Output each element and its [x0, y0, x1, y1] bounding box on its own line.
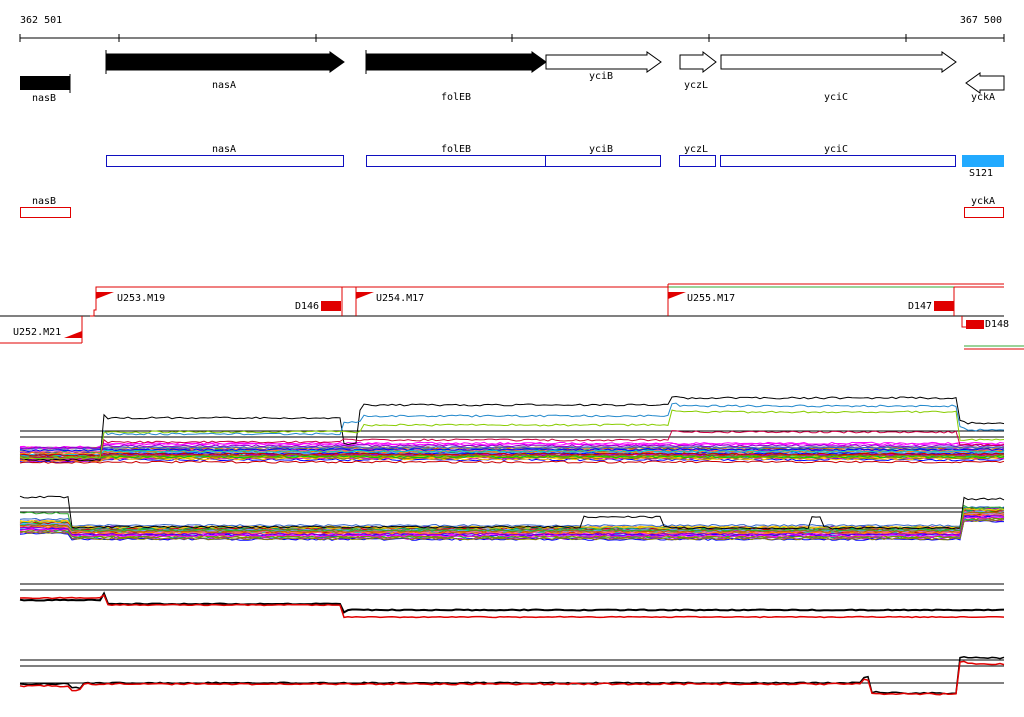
upshift-marker-U254.M17[interactable]	[356, 292, 374, 299]
plus-feature-yciC[interactable]	[720, 155, 956, 167]
minus-feature-yckA[interactable]	[964, 207, 1004, 218]
minus-feature-label-nasB: nasB	[31, 196, 57, 207]
genome-diagram	[0, 34, 1024, 696]
downshift-marker-D148[interactable]	[966, 320, 984, 329]
genome-browser-view: 362 501 367 500 nasB nasA folEB yciB ycz…	[0, 0, 1024, 714]
gene-arrow-nasB[interactable]	[20, 76, 70, 90]
plus-feature-label-yczL: yczL	[683, 144, 709, 155]
minus-feature-label-yckA: yckA	[970, 196, 996, 207]
coordinate-start-label: 362 501	[20, 15, 63, 26]
upshift-label-U252.M21: U252.M21	[13, 327, 62, 338]
minus-strand-features-track	[20, 207, 1004, 218]
expression-profile-panel-plus	[19, 395, 1005, 464]
plus-strand-features-track	[106, 155, 1004, 167]
downshift-marker-D146[interactable]	[321, 301, 341, 311]
upshift-label-U255.M17: U255.M17	[687, 293, 736, 304]
plus-feature-label-folEB: folEB	[440, 144, 472, 155]
plus-feature-label-nasA: nasA	[211, 144, 237, 155]
upshift-marker-U252.M21[interactable]	[64, 331, 82, 338]
segment-S121[interactable]	[962, 155, 1004, 167]
gene-arrow-yckA[interactable]	[965, 72, 1005, 94]
annotated-genes-track	[20, 50, 1005, 94]
upshift-marker-U253.M19[interactable]	[96, 292, 114, 299]
downshift-label-D147: D147	[908, 301, 933, 312]
gene-label-nasA: nasA	[211, 80, 237, 91]
gene-arrow-nasA[interactable]	[105, 51, 345, 73]
downshift-label-D148: D148	[985, 319, 1010, 330]
coordinate-end-label: 367 500	[959, 15, 1002, 26]
plus-feature-label-yciC: yciC	[823, 144, 849, 155]
gene-label-nasB: nasB	[31, 93, 57, 104]
expression-profile-panel-minus	[19, 495, 1005, 541]
gene-label-yciC: yciC	[823, 92, 849, 103]
gene-arrow-yciC[interactable]	[720, 51, 957, 73]
upshift-label-U254.M17: U254.M17	[376, 293, 425, 304]
downshift-marker-D147[interactable]	[934, 301, 954, 311]
gene-arrow-yczL[interactable]	[679, 50, 717, 74]
plus-feature-label-yciB: yciB	[588, 144, 614, 155]
plus-feature-folEB[interactable]	[366, 155, 546, 167]
gene-label-yczL: yczL	[683, 80, 709, 91]
plus-feature-nasA[interactable]	[106, 155, 344, 167]
gene-label-yckA: yckA	[970, 92, 996, 103]
gene-arrow-yciB[interactable]	[545, 51, 662, 73]
minus-feature-nasB[interactable]	[20, 207, 71, 218]
gene-arrow-folEB[interactable]	[365, 51, 547, 73]
downshift-label-D146: D146	[295, 301, 320, 312]
gene-label-yciB: yciB	[588, 71, 614, 82]
segment-label-S121: S121	[968, 168, 994, 179]
expression-profile-panel-plus-summary	[19, 583, 1005, 619]
coordinate-ruler	[19, 34, 1005, 42]
plus-feature-yciB[interactable]	[545, 155, 661, 167]
plus-feature-yczL[interactable]	[679, 155, 716, 167]
gene-label-folEB: folEB	[440, 92, 472, 103]
upshift-label-U253.M19: U253.M19	[117, 293, 166, 304]
expression-profile-panel-minus-summary	[19, 656, 1005, 696]
upshift-marker-U255.M17[interactable]	[668, 292, 686, 299]
